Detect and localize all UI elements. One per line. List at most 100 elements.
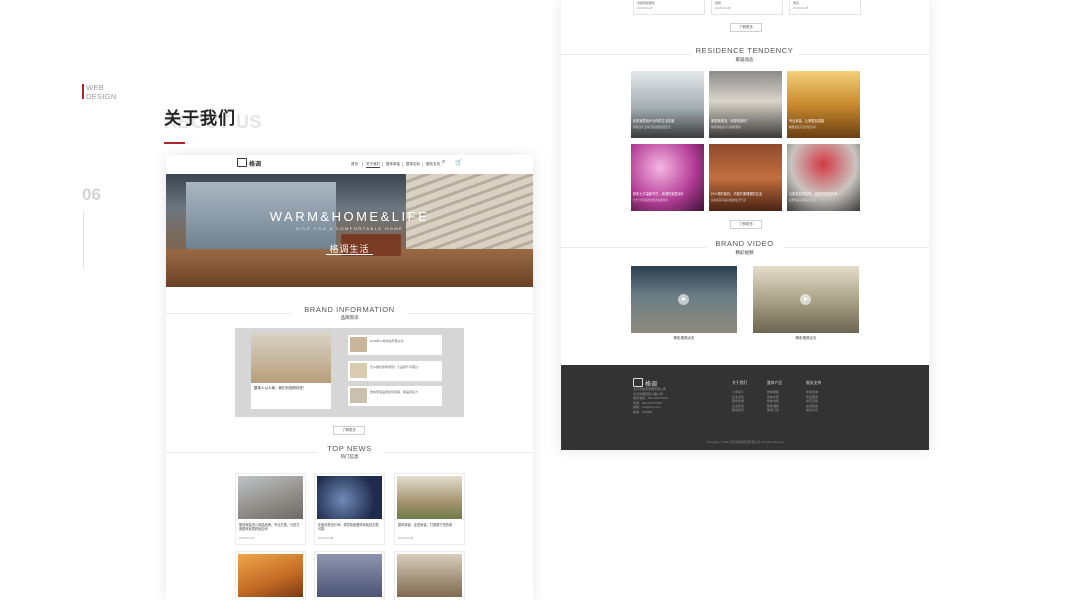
hero-heading: WARM&HOME&LIFE [269,209,430,224]
nav-whole-home[interactable]: 整体家装 [386,162,400,167]
residence-section-subtitle: 家居动态 [735,57,754,62]
residence-title: 让家具变成装饰，温馨的家居情调 [789,192,837,196]
footer-info-line: 邮编：100000 [633,409,653,414]
news-image [317,476,382,519]
top-card-date: 2018-02-08 [715,6,731,10]
footer-link[interactable]: 联系我们 [732,408,747,413]
brand-row-title: 整体家装品牌如何选择，看品牌实力 [370,390,419,394]
footer-company-info: 北京市格调家居有限公司 北京市朝阳区xx路xx号 联系电话：010-XXXXXX… [633,387,668,415]
news-card[interactable]: 整体家装：走进家装，打造属于您的家 2018-02-06 [394,473,465,545]
site-logo[interactable]: 格调 [237,158,261,168]
nav-service[interactable]: 服务支持 [426,162,440,167]
news-card[interactable]: 整体家装怎么挑选品牌，专业打造，为您打造整体家居舒适空间 2018-02-06 [235,473,306,545]
news-card[interactable] [394,551,465,600]
logo-icon [237,158,247,167]
residence-title: 精彩七夕温馨节日，浪漫的家居设计 [633,192,684,196]
residence-desc: 简约风格设计引领新潮流 [711,126,741,129]
brand-row[interactable]: 怎么做好整体家装？大品牌不可错过 [348,361,442,381]
news-image [317,554,382,597]
top-card-title: 优质家装服务 [637,1,656,5]
site-mockup-right: 优质家装服务 2018-02-08 家装 2018-02-08 家具 2018-… [561,0,929,450]
residence-more-button[interactable]: 了解更多 [730,220,762,229]
search-icon[interactable]: ⌕ [442,159,445,166]
accent-bar [82,84,84,99]
footer-col-products: 整体产品 整体厨柜 整体衣柜 整体书柜 整体酒柜 整体门窗 [767,381,782,413]
tag-line-1: WEB [86,83,104,92]
video-section-title: BRAND VIDEO [715,239,774,248]
top-card-title: 家具 [793,1,800,5]
divider [83,212,84,270]
news-section-title: TOP NEWS [327,444,372,453]
residence-desc: 实木家具带来自然的生活气息 [711,199,746,202]
residence-card[interactable]: 家居新潮流，你能知道吗？ 简约风格设计引领新潮流 [709,71,782,138]
brand-row-title: 2018年xx城市站开幕仪式 [370,339,404,343]
residence-card[interactable]: 精彩七夕温馨节日，浪漫的家居设计 七夕节日家装优惠活动进行中 [631,144,704,211]
brand-section-subtitle: 品牌资讯 [340,315,359,320]
nav-home[interactable]: 首页 [351,162,358,167]
footer-info-line: 北京市格调家居有限公司 [633,387,667,391]
site-navbar: 格调 首页 关于我们 整体家装 整体定制 服务支持 ⌕ 🛒 [166,155,533,174]
news-date: 2018-02-08 [318,536,334,540]
video-caption: 精彩视频点击 [795,336,817,340]
brand-feature-card[interactable]: 整体人以人家，我们为您而存在！ [251,383,331,409]
video-thumbnail[interactable] [631,266,737,333]
cart-icon[interactable]: 🛒 [455,159,462,166]
logo-text: 格调 [249,162,262,168]
top-card-title: 家装 [715,1,722,5]
residence-card[interactable]: 专业家装，让家更加温馨 精致家装打造舒适空间 [787,71,860,138]
nav-about[interactable]: 关于我们 [366,162,380,168]
hero-subheading: GIVE YOU A COMFORTABLE HOME [295,226,404,231]
top-card[interactable]: 优质家装服务 2018-02-08 [633,0,705,15]
footer-col-about: 关于我们 公司简介 企业文化 荣誉资质 企业新闻 联系我们 [732,381,747,413]
video-caption: 精彩视频点击 [673,336,695,340]
top-card[interactable]: 家具 2018-02-08 [789,0,861,15]
slide-number: 06 [82,185,101,204]
news-date: 2018-02-06 [239,536,255,540]
page-title: 关于我们 [164,109,236,128]
top-card[interactable]: 家装 2018-02-08 [711,0,783,15]
residence-desc: 七夕节日家装优惠活动进行中 [633,199,668,202]
brand-info-box: 整体人以人家，我们为您而存在！ 2018年xx城市站开幕仪式 怎么做好整体家装？… [235,328,464,417]
news-image [397,554,462,597]
footer-col-head: 关于我们 [732,381,748,385]
news-image [397,476,462,519]
brand-row[interactable]: 2018年xx城市站开幕仪式 [348,335,442,355]
play-icon[interactable] [678,294,689,305]
nav-custom[interactable]: 整体定制 [406,162,420,167]
title-underline [164,142,185,144]
footer-col-service: 服务支持 售前咨询 售后服务 常见问题 在线留言 联系方式 [806,381,821,413]
top-card-date: 2018-02-08 [637,6,653,10]
brand-feature-image [251,333,331,383]
play-icon[interactable] [800,294,811,305]
residence-title: 什么样的家具，才能打造理想的生活 [711,192,762,196]
news-section-subtitle: 热门信息 [340,454,359,459]
brand-row-thumb [350,363,367,378]
residence-section-title: RESIDENCE TENDENCY [695,46,794,55]
news-card[interactable] [314,551,385,600]
news-image [238,554,303,597]
residence-title: 走进家居设计与你的生活态度 [633,119,675,123]
brand-feature-title: 整体人以人家，我们为您而存在！ [254,386,307,390]
top-card-date: 2018-02-08 [793,6,809,10]
residence-desc: 家居饰品点缀美好生活 [789,199,816,202]
video-thumbnail[interactable] [753,266,859,333]
footer-link[interactable]: 整体门窗 [767,408,782,413]
top-more-button[interactable]: 了解更多 [730,23,762,32]
footer-link[interactable]: 联系方式 [806,408,821,413]
residence-card[interactable]: 让家具变成装饰，温馨的家居情调 家居饰品点缀美好生活 [787,144,860,211]
tag-line-2: DESIGN [86,92,117,101]
brand-row[interactable]: 整体家装品牌如何选择，看品牌实力 [348,386,442,406]
residence-card[interactable]: 什么样的家具，才能打造理想的生活 实木家具带来自然的生活气息 [709,144,782,211]
residence-desc: 精致家装打造舒适空间 [789,126,816,129]
web-design-tag: WEB DESIGN [86,83,117,101]
video-section-subtitle: 精彩视频 [735,250,754,255]
brand-row-title: 怎么做好整体家装？大品牌不可错过 [370,365,419,369]
news-card[interactable] [235,551,306,600]
logo-icon [633,378,643,387]
residence-card[interactable]: 走进家居设计与你的生活态度 家居设计让你打造温馨家居生活 [631,71,704,138]
brand-more-button[interactable]: 了解更多 [333,426,365,435]
footer-copyright: Copyright © 2018 北京市格调家居有限公司 All rights … [706,440,784,444]
nav-separator [362,162,363,167]
news-card[interactable]: 年度优秀设计师，带您探索整体家装的无限可能 2018-02-08 [314,473,385,545]
footer-col-head: 整体产品 [767,381,783,385]
